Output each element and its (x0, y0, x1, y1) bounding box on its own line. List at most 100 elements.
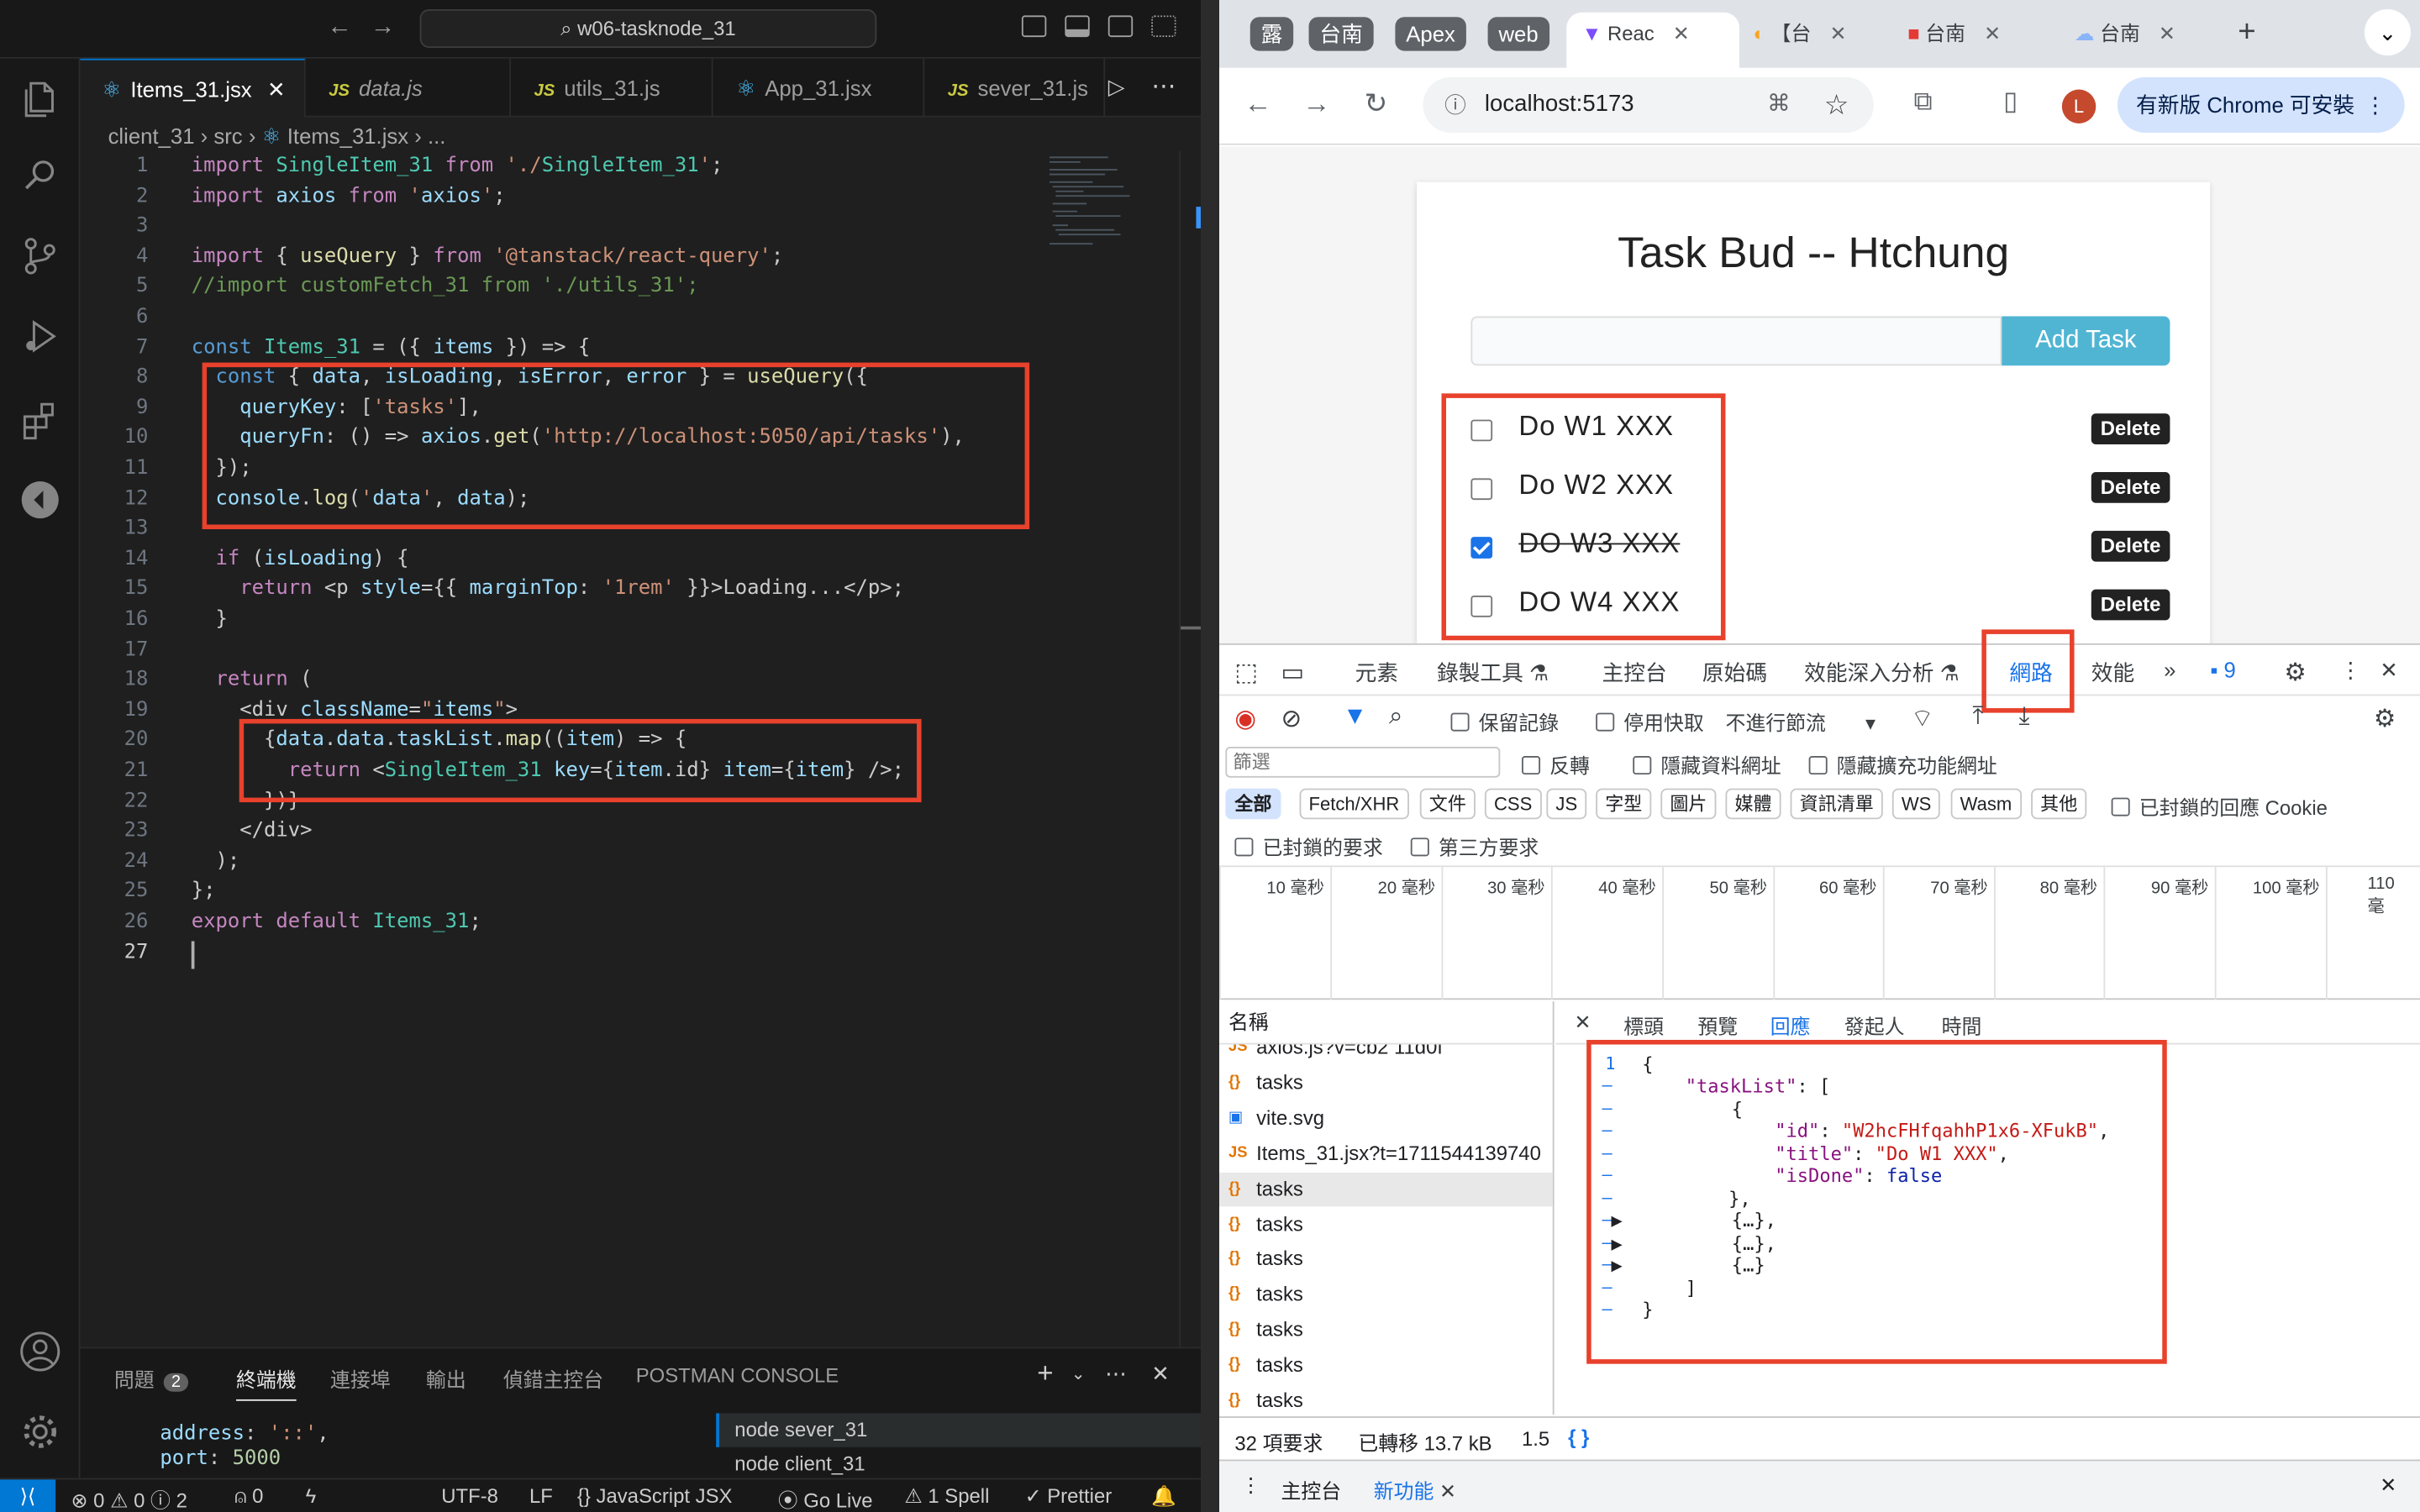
inspect-element-icon[interactable]: ⬚ (1234, 657, 1258, 688)
close-tab-icon[interactable]: ✕ (2159, 22, 2175, 45)
tab-group[interactable]: web (1487, 17, 1549, 51)
request-row[interactable]: {} tasks (1219, 1384, 1553, 1415)
network-conditions-icon[interactable]: ⌔ (1911, 704, 1934, 735)
delete-button[interactable]: Delete (2091, 413, 2170, 444)
code-line[interactable]: } (192, 608, 227, 632)
code-line[interactable]: </div> (192, 820, 312, 843)
tab-elements[interactable]: 元素 (1355, 657, 1398, 688)
tab-sever-31[interactable]: JS sever_31.js (926, 58, 1106, 118)
network-timeline[interactable]: 10 毫秒 20 毫秒 30 毫秒 40 毫秒 50 毫秒 60 毫秒 70 毫… (1219, 865, 2420, 1000)
tab-terminal[interactable]: 終端機 (236, 1364, 297, 1401)
back-icon[interactable]: ← (327, 14, 351, 42)
prettier-status[interactable]: ✓ Prettier (1025, 1484, 1113, 1509)
tab-2[interactable]: ◐ 【台 ✕ (1754, 13, 1902, 68)
tab-initiator[interactable]: 發起人 (1844, 1011, 1905, 1040)
close-tab-icon[interactable]: ✕ (1829, 22, 1846, 45)
delete-button[interactable]: Delete (2091, 530, 2170, 562)
request-row[interactable]: {} tasks (1219, 1172, 1553, 1207)
tab-postman-console[interactable]: POSTMAN CONSOLE (636, 1364, 839, 1388)
ports-status[interactable]: ⍝ 0 (234, 1484, 263, 1509)
code-line[interactable]: export default Items_31; (192, 911, 481, 934)
remote-indicator[interactable]: ⟩⟨ (0, 1479, 56, 1512)
breadcrumb-src[interactable]: src (213, 123, 242, 148)
extensions-icon[interactable]: ⧉ (1914, 87, 1933, 118)
filter-img[interactable]: 圖片 (1660, 788, 1717, 820)
tab-data-js[interactable]: JS data.js (308, 58, 511, 118)
customize-layout-icon[interactable] (1151, 15, 1176, 38)
new-terminal-icon[interactable]: + (1037, 1357, 1053, 1390)
filter-font[interactable]: 字型 (1596, 788, 1652, 820)
filter-css[interactable]: CSS (1484, 788, 1542, 820)
code-line[interactable]: const Items_31 = ({ items }) => { (192, 336, 590, 360)
toggle-secondary-sidebar-icon[interactable] (1107, 15, 1134, 38)
spell-status[interactable]: ⚠ 1 Spell (904, 1484, 989, 1509)
close-drawer-icon[interactable]: ✕ (2380, 1473, 2396, 1498)
more-vert-icon[interactable]: ⋮ (2365, 77, 2386, 133)
extensions-icon[interactable] (18, 398, 61, 441)
request-row[interactable]: {} tasks (1219, 1242, 1553, 1278)
export-har-icon[interactable]: ⤓ (2018, 704, 2029, 732)
notifications-icon[interactable]: 🔔 (1151, 1484, 1176, 1509)
breadcrumb-file[interactable]: Items_31.jsx (287, 123, 408, 148)
close-tab-icon[interactable]: ✕ (1673, 22, 1690, 45)
settings-gear-icon[interactable] (18, 1410, 61, 1453)
bookmark-star-icon[interactable]: ☆ (1824, 77, 1849, 133)
delete-button[interactable]: Delete (2091, 589, 2170, 621)
filter-ws[interactable]: WS (1891, 788, 1941, 820)
forward-icon[interactable]: → (1302, 88, 1330, 121)
tab-items-31[interactable]: ⚛ Items_31.jsx ✕ (80, 58, 306, 118)
delete-button[interactable]: Delete (2091, 472, 2170, 503)
settings-gear-icon[interactable]: ⚙ (2284, 657, 2306, 688)
filter-other[interactable]: 其他 (2031, 788, 2087, 820)
tab-react-app[interactable]: ▼ Reac ✕ (1566, 12, 1739, 68)
blocked-cookies-checkbox[interactable]: 已封鎖的回應 Cookie (2111, 791, 2328, 821)
toggle-panel-icon[interactable] (1065, 15, 1090, 38)
tab-app-31[interactable]: ⚛ App_31.jsx (714, 58, 925, 118)
tab-headers[interactable]: 標頭 (1623, 1011, 1664, 1040)
reload-icon[interactable]: ↻ (1365, 88, 1388, 121)
go-live-status[interactable]: ⦿ Go Live (778, 1484, 873, 1512)
issues-badge[interactable]: ▪ 9 (2210, 657, 2236, 681)
terminal-instance-client[interactable]: node client_31 (716, 1447, 1201, 1481)
chevron-down-icon[interactable]: ⌄ (1071, 1364, 1086, 1384)
site-info-icon[interactable]: ⓘ (1444, 77, 1466, 133)
tab-debug-console[interactable]: 偵錯主控台 (503, 1364, 603, 1394)
tab-search-icon[interactable]: ⌄ (2364, 9, 2411, 56)
close-icon[interactable]: ✕ (267, 77, 286, 102)
tab-3[interactable]: ■ 台南 ✕ (1907, 13, 2055, 68)
tab-sources[interactable]: 原始碼 (1702, 657, 1767, 688)
close-detail-icon[interactable]: ✕ (1574, 1011, 1591, 1035)
hide-extension-urls-checkbox[interactable]: 隱藏擴充功能網址 (1808, 750, 1997, 780)
breadcrumb-symbol[interactable]: ... (428, 123, 445, 148)
code-line[interactable]: if (isLoading) { (192, 548, 409, 571)
tab-output[interactable]: 輸出 (426, 1364, 466, 1394)
problems-status[interactable]: ⊗ 0 ⚠ 0 ⓘ 2 (71, 1484, 187, 1512)
command-center[interactable]: ⌕ w06-tasknode_31 (419, 9, 877, 48)
tab-console[interactable]: 主控台 (1602, 657, 1667, 688)
request-row[interactable]: JS axios.js?v=cb2 11d0f (1219, 1044, 1553, 1065)
update-chrome-button[interactable]: 有新版 Chrome 可安裝 ⋮ (2117, 76, 2405, 133)
preserve-log-checkbox[interactable]: 保留記錄 (1450, 706, 1559, 736)
code-line[interactable]: return ( (192, 669, 313, 692)
name-column-header[interactable]: 名稱 (1219, 1001, 1555, 1045)
tab-group[interactable]: 露 (1249, 17, 1294, 51)
close-devtools-icon[interactable]: ✕ (2380, 657, 2398, 683)
close-icon[interactable]: ✕ (1439, 1479, 1456, 1503)
run-debug-icon[interactable] (18, 315, 61, 358)
editor-scrollbar[interactable] (1179, 150, 1202, 1347)
encoding-status[interactable]: UTF-8 (441, 1484, 498, 1508)
tab-performance[interactable]: 效能 (2091, 657, 2134, 688)
drawer-tab-whats-new[interactable]: 新功能 ✕ (1374, 1475, 1456, 1504)
filter-manifest[interactable]: 資訊清單 (1790, 788, 1883, 820)
forward-icon[interactable]: → (371, 14, 395, 42)
drawer-menu-icon[interactable]: ⋮ (1241, 1473, 1261, 1498)
eol-status[interactable]: LF (529, 1484, 553, 1508)
third-party-checkbox[interactable]: 第三方要求 (1410, 832, 1539, 861)
blocked-requests-checkbox[interactable]: 已封鎖的要求 (1234, 832, 1383, 861)
drawer-tab-console[interactable]: 主控台 (1281, 1475, 1341, 1504)
account-icon[interactable] (18, 1330, 61, 1373)
source-control-icon[interactable] (18, 234, 61, 277)
more-icon[interactable]: ⋯ (1105, 1361, 1127, 1387)
throttle-select[interactable]: 不進行節流 ▾ (1725, 706, 1875, 736)
close-tab-icon[interactable]: ✕ (1984, 22, 2001, 45)
